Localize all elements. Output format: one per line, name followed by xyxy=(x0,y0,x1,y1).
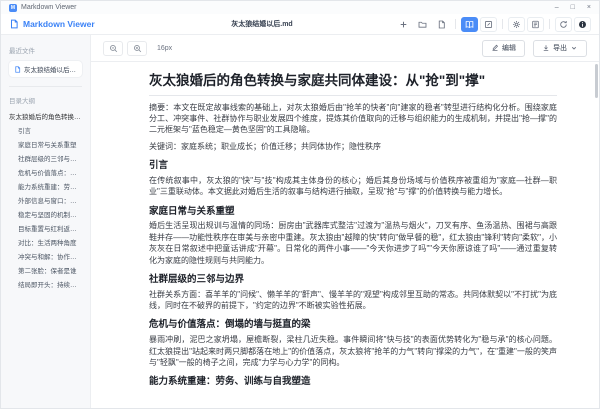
toolbar-divider xyxy=(549,19,550,29)
outline-item[interactable]: 目标重置与红利返回：手与梯 xyxy=(9,223,82,237)
outline-item[interactable]: 危机与价值落点：倒塌的墙与挺直的梁 xyxy=(9,167,82,181)
minimize-icon[interactable]: – xyxy=(555,1,559,14)
plus-icon xyxy=(399,20,408,29)
abstract-paragraph: 摘要：本文在既定故事线索的基础上，对灰太狼婚后由"抢羊的快者"向"建家的稳者"转… xyxy=(149,102,557,136)
section-body: 社群关系方面：喜羊羊的"问候"、懒羊羊的"鼾声"、慢羊羊的"观望"构成邻里互助的… xyxy=(149,289,557,312)
download-icon xyxy=(542,44,550,52)
os-window-title: Markdown Viewer xyxy=(21,4,77,11)
section-heading: 家庭日常与关系重塑 xyxy=(149,206,557,218)
edit-button[interactable]: 编辑 xyxy=(482,40,525,57)
outline-item[interactable]: 家庭日常与关系重塑 xyxy=(9,139,82,153)
refresh-button[interactable] xyxy=(555,17,572,32)
section-heading: 危机与价值落点：倒塌的墙与挺直的梁 xyxy=(149,319,557,331)
header-toolbar xyxy=(395,17,591,32)
info-icon xyxy=(578,20,587,29)
edit-pencil-icon xyxy=(491,44,499,52)
export-button-label: 导出 xyxy=(553,43,567,53)
font-size-value: 16px xyxy=(157,45,172,52)
folder-icon xyxy=(418,20,427,29)
app-logo: Markdown Viewer xyxy=(9,19,129,29)
new-file-button[interactable] xyxy=(395,17,412,32)
article-title: 灰太狼婚后的角色转换与家庭共同体建设：从"抢"到"撑" xyxy=(149,72,557,96)
close-icon[interactable]: × xyxy=(587,1,591,14)
app-window: M Markdown Viewer – □ × Markdown Viewer … xyxy=(0,0,600,409)
outline-label: 目录大纲 xyxy=(9,95,82,105)
maximize-icon[interactable]: □ xyxy=(571,1,575,14)
section-body: 在传统叙事中，灰太狼的"快"与"技"构成其主体身份的核心；婚后其身份场域与价值秩… xyxy=(149,175,557,198)
gear-icon xyxy=(512,20,521,29)
magnifier-minus-icon xyxy=(109,44,118,53)
article: 灰太狼婚后的角色转换与家庭共同体建设：从"抢"到"撑" 摘要：本文在既定故事线索… xyxy=(149,72,557,388)
zoom-out-button[interactable] xyxy=(103,41,123,56)
outline-item[interactable]: 社群层级的三邻与边界 xyxy=(9,153,82,167)
refresh-icon xyxy=(559,20,568,29)
section-body: 婚后生活呈现出规训与温情的同场：厨房由"武器库式整洁"过渡为"温热与烟火"，刀叉… xyxy=(149,220,557,265)
magnifier-plus-icon xyxy=(133,44,142,53)
outline-item[interactable]: 灰太狼婚后的角色转换与家庭共同体建设：从"抢"到"撑" xyxy=(9,111,82,125)
section-heading: 引言 xyxy=(149,160,557,172)
open-folder-button[interactable] xyxy=(414,17,431,32)
file-icon xyxy=(14,66,21,73)
outline-item[interactable]: 外部信息与窗口：海风与三角架 xyxy=(9,195,82,209)
recent-file-item[interactable]: 灰太狼结婚以后.md xyxy=(9,61,82,77)
app-title: Markdown Viewer xyxy=(23,19,95,29)
document-title: 灰太狼结婚以后.md xyxy=(129,19,395,29)
app-header: Markdown Viewer 灰太狼结婚以后.md xyxy=(1,14,599,35)
outline-item[interactable]: 对比：生活两种角度 xyxy=(9,237,82,251)
outline-item[interactable]: 引言 xyxy=(9,125,82,139)
settings-button[interactable] xyxy=(508,17,525,32)
book-preview-icon xyxy=(465,20,474,29)
scrollbar-thumb[interactable] xyxy=(595,64,598,98)
edit-mode-button[interactable] xyxy=(480,17,497,32)
recent-files-label: 最近文件 xyxy=(9,45,82,55)
zoom-in-button[interactable] xyxy=(127,41,147,56)
edit-button-label: 编辑 xyxy=(502,43,516,53)
sidebar: 最近文件 灰太狼结婚以后.md 目录大纲 灰太狼婚后的角色转换与家庭共同体建设：… xyxy=(1,35,91,409)
outline-list: 灰太狼婚后的角色转换与家庭共同体建设：从"抢"到"撑" 引言 家庭日常与关系重塑… xyxy=(9,111,82,293)
outline-panel-button[interactable] xyxy=(527,17,544,32)
markdown-file-icon xyxy=(9,19,19,29)
preview-content: 灰太狼婚后的角色转换与家庭共同体建设：从"抢"到"撑" 摘要：本文在既定故事线索… xyxy=(91,62,599,409)
app-icon: M xyxy=(9,4,17,12)
chevron-down-icon xyxy=(570,44,578,52)
os-titlebar: M Markdown Viewer – □ × xyxy=(1,1,599,14)
toolbar-divider xyxy=(502,19,503,29)
edit-pencil-icon xyxy=(484,20,493,29)
recent-file-name: 灰太狼结婚以后.md xyxy=(24,64,77,74)
document-lines-icon xyxy=(531,20,540,29)
about-info-button[interactable] xyxy=(574,17,591,32)
main-panel: 16px 编辑 导出 灰太狼婚后的角色转换与家庭共同体建设：从"抢"到"撑" 摘… xyxy=(91,35,599,409)
view-toolbar: 16px 编辑 导出 xyxy=(91,35,599,62)
file-button[interactable] xyxy=(433,17,450,32)
outline-item[interactable]: 冲突与和解：协作的乐队 xyxy=(9,251,82,265)
section-heading: 社群层级的三邻与边界 xyxy=(149,274,557,286)
section-heading: 能力系统重建：劳务、训练与自我塑造 xyxy=(149,376,557,388)
keywords-paragraph: 关键词：家庭系统；职业成长；价值迁移；共同体协作；隐性秩序 xyxy=(149,141,557,152)
outline-item[interactable]: 稳定与坚固的机制：蓝色与黄色 xyxy=(9,209,82,223)
export-button[interactable]: 导出 xyxy=(533,40,587,57)
outline-item[interactable]: 结局即开头：持续复位的系统 xyxy=(9,279,82,293)
file-icon xyxy=(437,20,446,29)
outline-item[interactable]: 第二张脸：保者是谁 xyxy=(9,265,82,279)
sidebar-divider xyxy=(9,86,82,87)
outline-item[interactable]: 能力系统重建：劳务、训练与自我塑造 xyxy=(9,181,82,195)
preview-mode-button[interactable] xyxy=(461,17,478,32)
toolbar-divider xyxy=(455,19,456,29)
section-body: 暴雨冲刷，泥巴之家坍塌，屋檐断裂，梁柱几近失稳。事件瞬间将"快与技"的表面优势转… xyxy=(149,334,557,368)
